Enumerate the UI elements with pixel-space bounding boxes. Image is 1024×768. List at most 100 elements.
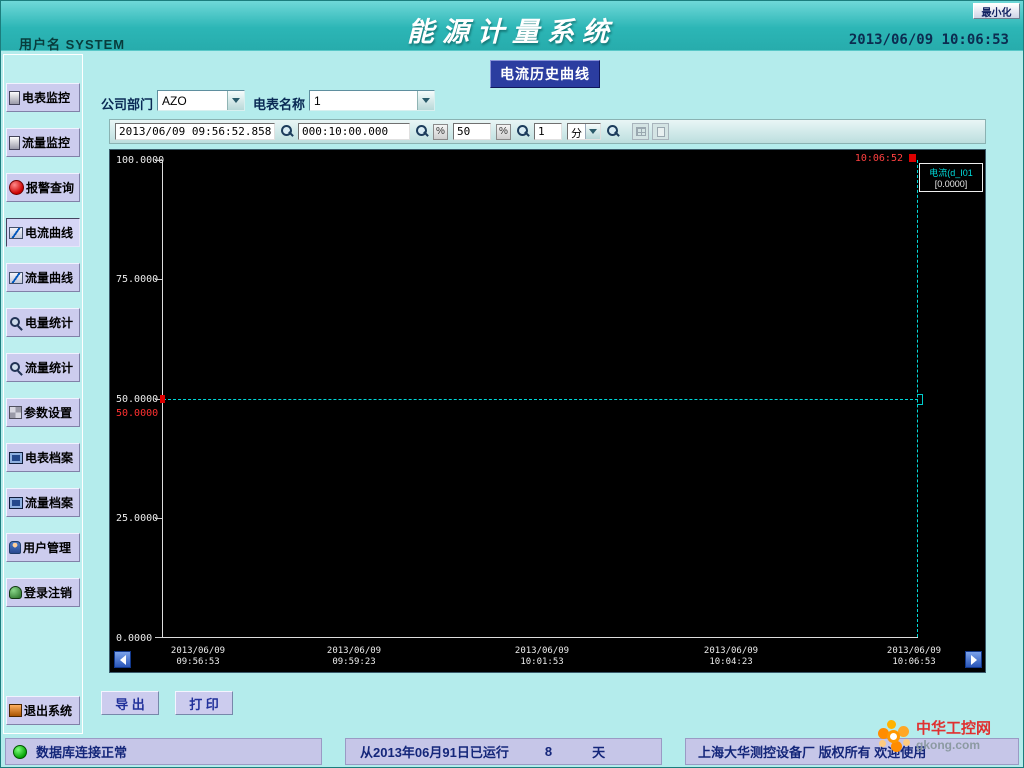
- plot-area[interactable]: [162, 160, 918, 638]
- cursor-time-label: 10:06:52: [855, 153, 903, 164]
- table-view-icon: [632, 123, 649, 140]
- y-tick-mark: [155, 637, 162, 638]
- interval-apply-icon[interactable]: [606, 124, 619, 139]
- interval-unit-select[interactable]: 分: [567, 123, 601, 140]
- y-axis-tick: 75.0000: [116, 274, 158, 285]
- sidebar-item-power-stats[interactable]: 电量统计: [6, 308, 80, 337]
- scale-percent-input[interactable]: [453, 123, 491, 140]
- sidebar-item-label: 流量档案: [25, 494, 73, 511]
- runtime-unit: 天: [592, 742, 605, 761]
- meter-name-label: 电表名称: [253, 94, 305, 113]
- span-picker-icon[interactable]: [415, 124, 428, 139]
- runtime-prefix: 从2013年06月91日已运行: [360, 742, 509, 761]
- sidebar-item-param-settings[interactable]: 参数设置: [6, 398, 80, 427]
- x-axis-tick: 2013/06/0910:06:53: [887, 646, 941, 668]
- sidebar-item-label: 退出系统: [24, 702, 72, 719]
- legend-series-name: 电流(d_I01: [921, 166, 981, 179]
- start-time-input[interactable]: [115, 123, 275, 140]
- sidebar-item-label: 流量统计: [25, 359, 73, 376]
- sidebar-item-label: 报警查询: [26, 179, 74, 196]
- chevron-down-icon[interactable]: [585, 124, 600, 139]
- monitor-icon: [9, 452, 23, 464]
- db-status-panel: 数据库连接正常: [5, 738, 322, 765]
- sidebar-item-flow-archive[interactable]: 流量档案: [6, 488, 80, 517]
- toolbar-extra-tools: [632, 123, 669, 140]
- cursor-marker-icon: [909, 154, 916, 162]
- zoom-in-percent-icon[interactable]: %: [496, 124, 511, 140]
- sidebar-item-label: 用户管理: [23, 539, 71, 556]
- monitor-icon: [9, 497, 23, 509]
- interval-unit-value: 分: [568, 124, 585, 139]
- sidebar-item-exit-system[interactable]: 退出系统: [6, 696, 80, 725]
- y-axis-tick: 0.0000: [116, 633, 152, 644]
- interval-value-input[interactable]: [534, 123, 562, 140]
- watermark-domain: gkong.com: [916, 738, 991, 752]
- exit-icon: [9, 704, 22, 717]
- chart-legend: 电流(d_I01 [0.0000]: [919, 163, 983, 192]
- scroll-left-button[interactable]: [114, 651, 131, 668]
- time-picker-icon[interactable]: [280, 124, 293, 139]
- datetime-display: 2013/06/09 10:06:53: [849, 32, 1009, 48]
- horizontal-cursor-line[interactable]: [163, 399, 918, 400]
- sidebar-item-user-mgmt[interactable]: 用户管理: [6, 533, 80, 562]
- db-status-green-icon: [13, 745, 27, 759]
- x-axis-tick: 2013/06/0909:56:53: [171, 646, 225, 668]
- sidebar-item-label: 电流曲线: [25, 224, 73, 241]
- page-title: 电流历史曲线: [490, 60, 600, 88]
- meter-name-select[interactable]: 1: [309, 90, 435, 111]
- sidebar-item-current-curve[interactable]: 电流曲线: [6, 218, 80, 247]
- sidebar-item-label: 登录注销: [24, 584, 72, 601]
- y-tick-mark: [155, 518, 162, 519]
- legend-current-value: [0.0000]: [921, 179, 981, 189]
- cursor-left-marker: [160, 395, 165, 403]
- sidebar-item-flow-stats[interactable]: 流量统计: [6, 353, 80, 382]
- chart-toolbar: % % 分: [109, 119, 986, 144]
- chevron-down-icon[interactable]: [227, 91, 244, 110]
- sidebar-item-login-logout[interactable]: 登录注销: [6, 578, 80, 607]
- scale-apply-icon[interactable]: [516, 124, 529, 139]
- minimize-button[interactable]: 最小化: [973, 3, 1020, 19]
- sidebar: 电表监控 流量监控 报警查询 电流曲线 流量曲线 电量统计 流量统计 参数设置: [3, 54, 83, 734]
- header: 能源计量系统 用户名 SYSTEM 2013/06/09 10:06:53: [1, 1, 1023, 51]
- chevron-down-icon[interactable]: [417, 91, 434, 110]
- username-label: 用户名 SYSTEM: [19, 34, 125, 53]
- flow-curve-icon: [9, 272, 23, 284]
- magnifier-icon: [10, 317, 20, 327]
- watermark-name: 中华工控网: [916, 720, 991, 737]
- y-axis-tick: 50.0000: [116, 394, 158, 405]
- sidebar-item-flow-monitor[interactable]: 流量监控: [6, 128, 80, 157]
- runtime-days: 8: [545, 744, 552, 759]
- zoom-out-percent-icon[interactable]: %: [433, 124, 448, 140]
- y-tick-mark: [155, 160, 162, 161]
- x-axis-tick: 2013/06/0910:04:23: [704, 646, 758, 668]
- runtime-panel: 从2013年06月91日已运行 8 天: [345, 738, 662, 765]
- settings-icon: [9, 406, 22, 419]
- x-axis-tick: 2013/06/0909:59:23: [327, 646, 381, 668]
- sidebar-item-label: 电量统计: [25, 314, 73, 331]
- cursor-y-value: 50.0000: [116, 408, 158, 419]
- trend-chart[interactable]: 100.0000 75.0000 50.0000 50.0000 25.0000…: [109, 149, 986, 673]
- time-span-input[interactable]: [298, 123, 410, 140]
- export-button[interactable]: 导 出: [101, 691, 159, 715]
- cursor-right-marker: [917, 394, 923, 405]
- sidebar-item-flow-curve[interactable]: 流量曲线: [6, 263, 80, 292]
- sidebar-item-meter-archive[interactable]: 电表档案: [6, 443, 80, 472]
- sidebar-item-label: 流量曲线: [25, 269, 73, 286]
- department-select[interactable]: AZO: [157, 90, 245, 111]
- scroll-right-button[interactable]: [965, 651, 982, 668]
- user-icon: [9, 541, 21, 554]
- sidebar-item-label: 流量监控: [22, 134, 70, 151]
- login-icon: [9, 586, 22, 599]
- sidebar-item-label: 电表档案: [25, 449, 73, 466]
- app-window: 能源计量系统 用户名 SYSTEM 2013/06/09 10:06:53 最小…: [0, 0, 1024, 768]
- meter-name-value: 1: [310, 91, 417, 110]
- electric-meter-icon: [9, 91, 20, 105]
- y-tick-mark: [155, 279, 162, 280]
- current-curve-icon: [9, 227, 23, 239]
- print-button[interactable]: 打 印: [175, 691, 233, 715]
- sidebar-item-meter-monitor[interactable]: 电表监控: [6, 83, 80, 112]
- report-page-icon: [652, 123, 669, 140]
- department-value: AZO: [158, 91, 227, 110]
- sidebar-item-alarm-query[interactable]: 报警查询: [6, 173, 80, 202]
- y-axis-tick: 25.0000: [116, 513, 158, 524]
